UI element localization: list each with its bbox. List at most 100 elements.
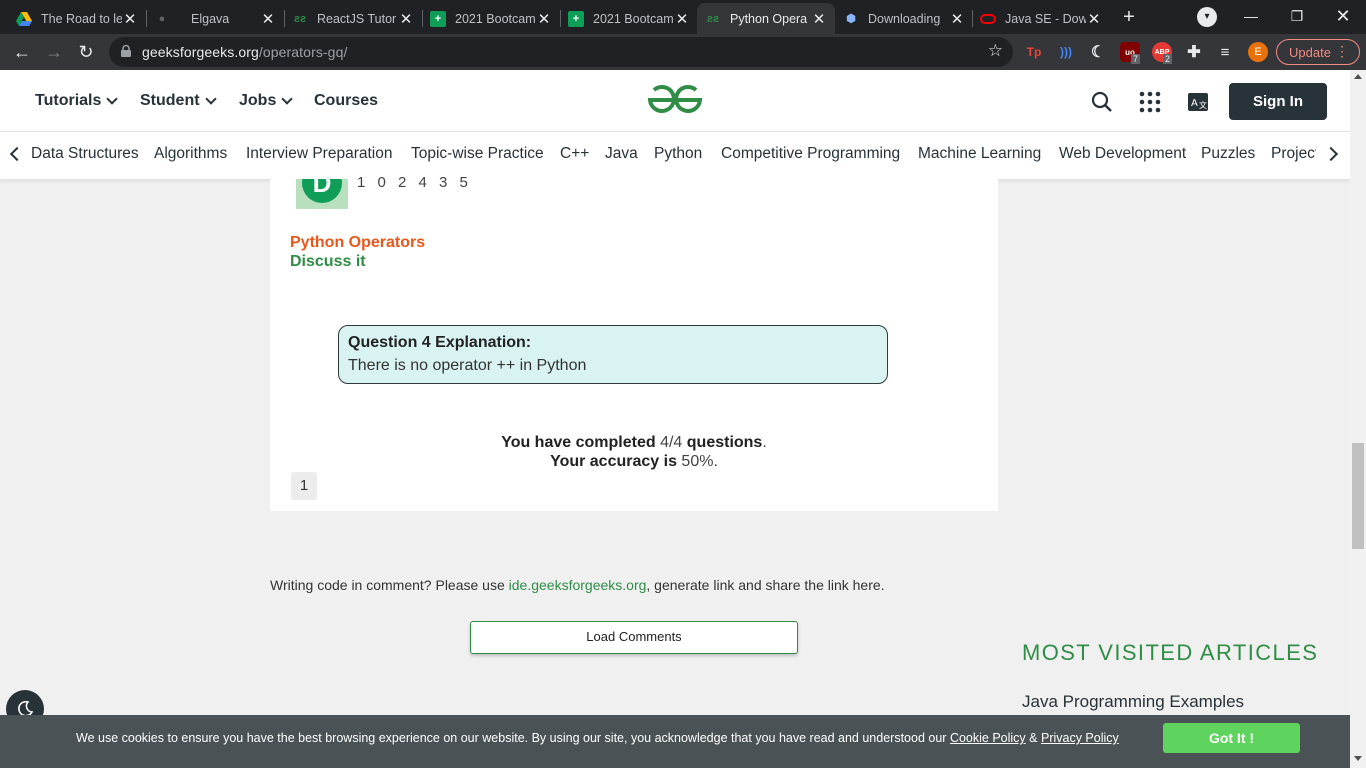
reading-list-icon[interactable]: ≡ (1215, 42, 1235, 62)
chevron-left-icon[interactable] (9, 146, 25, 162)
browser-tab[interactable]: ● Elgava ✕ (146, 3, 284, 34)
browser-tab[interactable]: + 2021 Bootcam ✕ (422, 3, 560, 34)
url-path: /operators-gq/ (258, 44, 348, 60)
lock-icon (121, 45, 131, 57)
load-comments-button[interactable]: Load Comments (470, 621, 798, 654)
tab-title: Python Opera (730, 11, 808, 26)
browser-tab[interactable]: + 2021 Bootcam ✕ (560, 3, 698, 34)
subnav-item[interactable]: Algorithms (154, 145, 227, 163)
subnav-item[interactable]: Competitive Programming (721, 145, 900, 163)
subnav-item[interactable]: Python (654, 145, 702, 163)
browser-tab[interactable]: ⬢ Downloading ✕ (835, 3, 973, 34)
back-icon[interactable]: ← (10, 40, 34, 64)
profile-avatar[interactable]: E (1248, 42, 1268, 62)
subnav-item[interactable]: Data Structures (31, 145, 139, 163)
accuracy-prefix: Your accuracy is (550, 453, 677, 470)
accuracy-value: 50% (681, 453, 714, 470)
bookmark-star-icon[interactable]: ☆ (988, 41, 1003, 61)
translate-icon[interactable]: A文 (1186, 90, 1210, 114)
tp-extension-icon[interactable]: Tp (1024, 42, 1044, 62)
speaker-extension-icon[interactable]: ))) (1056, 42, 1076, 62)
menu-label: Jobs (239, 92, 277, 109)
close-icon[interactable]: ✕ (260, 10, 276, 28)
scroll-thumb[interactable] (1352, 443, 1364, 549)
close-icon[interactable]: ✕ (811, 10, 827, 28)
forward-icon[interactable]: → (42, 40, 66, 64)
explanation-body: There is no operator ++ in Python (348, 357, 587, 374)
tab-title: Downloading (868, 11, 941, 26)
svg-text:文: 文 (1199, 100, 1207, 110)
site-header: Tutorials Student Jobs Courses A文 Sign I… (0, 70, 1350, 132)
menu-tutorials[interactable]: Tutorials (35, 92, 119, 110)
address-bar[interactable]: geeksforgeeks.org/operators-gq/ ☆ (109, 37, 1013, 67)
subnav-item[interactable]: Java (605, 145, 638, 163)
browser-tab[interactable]: The Road to le ✕ (8, 3, 146, 34)
most-visited-heading: MOST VISITED ARTICLES (1022, 640, 1319, 665)
oracle-icon (980, 11, 996, 27)
ide-link[interactable]: ide.geeksforgeeks.org (509, 577, 647, 593)
close-icon[interactable]: ✕ (1086, 10, 1102, 28)
page-number-button[interactable]: 1 (291, 472, 317, 500)
tab-search-icon[interactable]: ▾ (1197, 7, 1217, 27)
browser-toolbar: ← → ↻ geeksforgeeks.org/operators-gq/ ☆ … (0, 34, 1366, 70)
url-text: geeksforgeeks.org/operators-gq/ (142, 44, 347, 60)
comment-note-prefix: Writing code in comment? Please use (270, 577, 505, 593)
extensions-puzzle-icon[interactable]: ✚ (1184, 42, 1204, 62)
update-button[interactable]: Update ⋮ (1276, 39, 1360, 65)
tab-title: The Road to le (41, 11, 122, 26)
subnav-item[interactable]: C++ (560, 145, 589, 163)
gfg-logo[interactable] (646, 84, 704, 116)
subnav-item[interactable]: Topic-wise Practice (411, 145, 544, 163)
author-avatar: D (302, 179, 342, 203)
article-link[interactable]: Java Programming Examples (1022, 692, 1244, 712)
tab-title: ReactJS Tutor (317, 11, 397, 26)
scroll-down-icon[interactable] (1354, 756, 1362, 761)
cookie-text: We use cookies to ensure you have the be… (76, 731, 947, 745)
browser-tab-strip: The Road to le ✕ ● Elgava ✕ ƨƨ ReactJS T… (0, 0, 1366, 34)
search-icon[interactable] (1090, 90, 1114, 114)
window-close-icon[interactable]: ✕ (1320, 0, 1366, 32)
cookie-banner: We use cookies to ensure you have the be… (0, 715, 1350, 768)
subnav-item[interactable]: Machine Learning (918, 145, 1041, 163)
minimize-icon[interactable]: — (1228, 0, 1274, 32)
subnav-item[interactable]: Web Development (1059, 145, 1186, 163)
privacy-policy-link[interactable]: Privacy Policy (1041, 731, 1119, 745)
new-tab-button[interactable]: + (1118, 6, 1140, 28)
close-icon[interactable]: ✕ (949, 10, 965, 28)
explanation-box: Question 4 Explanation: There is no oper… (338, 325, 888, 384)
close-icon[interactable]: ✕ (398, 10, 414, 28)
menu-student[interactable]: Student (140, 92, 217, 110)
browser-tab-active[interactable]: ƨƨ Python Opera ✕ (697, 3, 835, 34)
subnav-item[interactable]: Puzzles (1201, 145, 1255, 163)
extension-icon: ⬢ (846, 13, 856, 25)
topic-tag-link[interactable]: Python Operators (290, 234, 425, 252)
code-image: D (296, 179, 348, 209)
menu-jobs[interactable]: Jobs (239, 92, 294, 110)
chevron-down-icon (204, 93, 217, 105)
cookie-message: We use cookies to ensure you have the be… (76, 731, 1119, 745)
cookie-policy-link[interactable]: Cookie Policy (950, 731, 1026, 745)
sign-in-button[interactable]: Sign In (1229, 83, 1327, 120)
tab-title: 2021 Bootcam (593, 11, 674, 26)
dark-reader-icon[interactable]: ☾ (1088, 42, 1108, 62)
menu-courses[interactable]: Courses (314, 92, 378, 110)
close-icon[interactable]: ✕ (122, 10, 138, 28)
subnav-item[interactable]: Interview Preparation (246, 145, 392, 163)
close-icon[interactable]: ✕ (674, 10, 690, 28)
got-it-button[interactable]: Got It ! (1163, 723, 1300, 753)
scroll-up-icon[interactable] (1354, 74, 1362, 79)
explanation-heading: Question 4 Explanation: (348, 334, 532, 351)
update-label: Update (1289, 44, 1331, 60)
close-icon[interactable]: ✕ (536, 10, 552, 28)
apps-grid-icon[interactable] (1138, 90, 1162, 114)
reload-icon[interactable]: ↻ (74, 40, 98, 64)
browser-tab[interactable]: ƨƨ ReactJS Tutor ✕ (284, 3, 422, 34)
discuss-link[interactable]: Discuss it (290, 253, 366, 271)
tab-title: Elgava (191, 11, 230, 26)
restore-icon[interactable]: ❐ (1274, 0, 1320, 32)
browser-tab[interactable]: Java SE - Dow ✕ (972, 3, 1110, 34)
page-scrollbar[interactable] (1350, 70, 1366, 768)
gfg-icon: ƨƨ (706, 12, 720, 25)
url-host: geeksforgeeks.org (142, 44, 259, 60)
comment-note-suffix: , generate link and share the link here. (646, 577, 885, 593)
